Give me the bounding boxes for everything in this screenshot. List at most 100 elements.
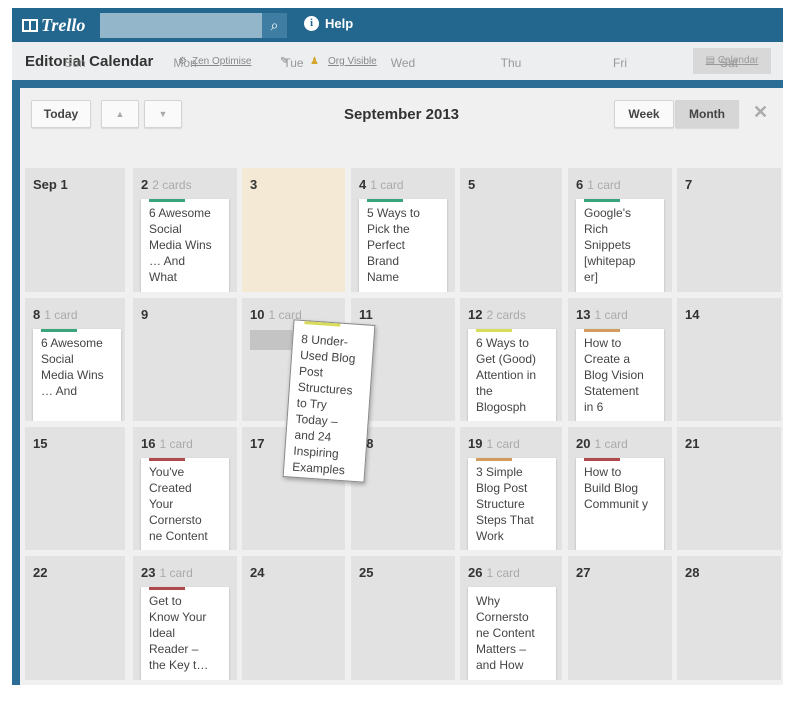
card[interactable]: 6 Ways to Get (Good) Attention in the Bl…	[468, 329, 556, 421]
day-cell[interactable]: Sep 1	[25, 168, 125, 292]
card-title: How to Create a Blog Vision Statement in…	[584, 336, 644, 414]
weekday-header: Mon	[173, 56, 197, 70]
search-icon[interactable]: ⌕	[262, 13, 287, 38]
day-number: 11	[359, 307, 373, 322]
trello-logo[interactable]: Trello	[22, 15, 85, 36]
card-count: 1 card	[159, 437, 193, 451]
card-title: 6 Awesome Social Media Wins … And What	[149, 206, 212, 284]
card[interactable]: 6 Awesome Social Media Wins … And What	[141, 199, 229, 292]
weekday-header: Sun	[64, 56, 86, 70]
day-label: 19	[468, 436, 483, 451]
day-cell[interactable]: 25	[351, 556, 455, 680]
month-view-button[interactable]: Month	[675, 100, 739, 128]
day-cell[interactable]: 21	[677, 427, 781, 550]
card[interactable]: 6 Awesome Social Media Wins … And	[33, 329, 121, 421]
day-cell[interactable]: 27	[568, 556, 672, 680]
day-label: 5	[468, 177, 476, 192]
day-number: 7	[685, 177, 692, 192]
day-number: Sep 1	[33, 177, 68, 192]
day-cell[interactable]: 22 cards 6 Awesome Social Media Wins … An…	[133, 168, 237, 292]
card[interactable]: Why Cornersto ne Content Matters – and H…	[468, 587, 556, 680]
card-count: 1 card	[159, 566, 193, 580]
day-cell[interactable]: 23 1 card Get to Know Your Ideal Reader – …	[133, 556, 237, 680]
day-label: 10	[250, 307, 265, 322]
day-cell[interactable]: 22	[25, 556, 125, 680]
day-label: 21	[685, 436, 700, 451]
card-title: 6 Awesome Social Media Wins … And	[41, 336, 104, 398]
day-cell[interactable]: 7	[677, 168, 781, 292]
day-label: 14	[685, 307, 700, 322]
day-label: 3	[250, 177, 258, 192]
card-count: 1 card	[44, 308, 78, 322]
day-cell[interactable]: 81 card 6 Awesome Social Media Wins … And	[25, 298, 125, 421]
day-cell[interactable]: 19 1 card 3 Simple Blog Post Structure Ste…	[460, 427, 562, 550]
day-number: 25	[359, 565, 373, 580]
card[interactable]: Get to Know Your Ideal Reader – the Key …	[141, 587, 229, 680]
day-number: 9	[141, 307, 148, 322]
day-label: 22	[33, 565, 48, 580]
day-cell[interactable]: 16 1 card You've Created Your Cornersto ne…	[133, 427, 237, 550]
day-cell[interactable]: 5	[460, 168, 562, 292]
card-title: Why Cornersto ne Content Matters – and H…	[476, 594, 535, 672]
day-cell[interactable]: 13 1 card How to Create a Blog Vision Stat…	[568, 298, 672, 421]
week-view-button[interactable]: Week	[614, 100, 674, 128]
card-label	[304, 321, 341, 327]
day-label: 28	[685, 565, 700, 580]
day-label: 25	[359, 565, 374, 580]
weekday-header: Thu	[500, 56, 522, 70]
card-label	[367, 199, 403, 202]
card[interactable]: 5 Ways to Pick the Perfect Brand Name	[359, 199, 447, 292]
card-count: 1 card	[594, 308, 628, 322]
day-number: 61 card	[576, 177, 621, 192]
card[interactable]: You've Created Your Cornersto ne Content	[141, 458, 229, 550]
day-label: 12	[468, 307, 483, 322]
day-label: Sep 1	[33, 177, 68, 192]
day-label: 26	[468, 565, 483, 580]
weekday-header: Sat	[719, 56, 738, 70]
day-number: 23 1 card	[141, 565, 193, 580]
card-count: 1 card	[587, 178, 621, 192]
day-number: 21	[685, 436, 699, 451]
dragged-card[interactable]: 8 Under-Used Blog Post Structures to Try…	[282, 319, 376, 483]
help-button[interactable]: i Help	[304, 16, 353, 31]
day-cell[interactable]: 14	[677, 298, 781, 421]
help-label: Help	[325, 16, 354, 31]
day-number: 28	[685, 565, 699, 580]
card[interactable]: How to Create a Blog Vision Statement in…	[576, 329, 664, 421]
day-cell[interactable]: 9	[133, 298, 237, 421]
day-cell[interactable]: 26 1 card Why Cornersto ne Content Matters…	[460, 556, 562, 680]
card-count: 2 cards	[152, 178, 192, 192]
card[interactable]: Google's Rich Snippets [whitepap er]	[576, 199, 664, 292]
day-cell[interactable]: 20 1 card How to Build Blog Communit y	[568, 427, 672, 550]
card-title: 8 Under-Used Blog Post Structures to Try…	[291, 331, 356, 478]
card[interactable]: How to Build Blog Communit y	[576, 458, 664, 550]
day-label: 20	[576, 436, 591, 451]
day-number: 14	[685, 307, 699, 322]
card-title: How to Build Blog Communit y	[584, 465, 649, 511]
day-cell[interactable]: 28	[677, 556, 781, 680]
card[interactable]: 3 Simple Blog Post Structure Steps That …	[468, 458, 556, 550]
day-number: 13 1 card	[576, 307, 628, 322]
day-number: 26 1 card	[468, 565, 520, 580]
card-count: 1 card	[594, 437, 628, 451]
info-icon: i	[304, 16, 319, 31]
day-label: 15	[33, 436, 48, 451]
day-cell[interactable]: 41 card 5 Ways to Pick the Perfect Brand …	[351, 168, 455, 292]
close-icon[interactable]: ✕	[753, 102, 768, 123]
day-label: 23	[141, 565, 156, 580]
card-label	[41, 329, 77, 332]
day-cell[interactable]: 24	[242, 556, 345, 680]
day-number: 27	[576, 565, 590, 580]
day-label: 7	[685, 177, 693, 192]
search-input[interactable]	[100, 13, 262, 38]
card-count: 1 card	[486, 566, 520, 580]
day-cell[interactable]: 12 2 cards 6 Ways to Get (Good) Attention …	[460, 298, 562, 421]
card-count: 1 card	[486, 437, 520, 451]
day-cell[interactable]: 15	[25, 427, 125, 550]
day-cell[interactable]: 61 card Google's Rich Snippets [whitepap …	[568, 168, 672, 292]
weekday-header: Wed	[390, 56, 416, 70]
day-number: 24	[250, 565, 264, 580]
day-number: 81 card	[33, 307, 78, 322]
day-number: 5	[468, 177, 475, 192]
day-cell[interactable]: 3	[242, 168, 345, 292]
